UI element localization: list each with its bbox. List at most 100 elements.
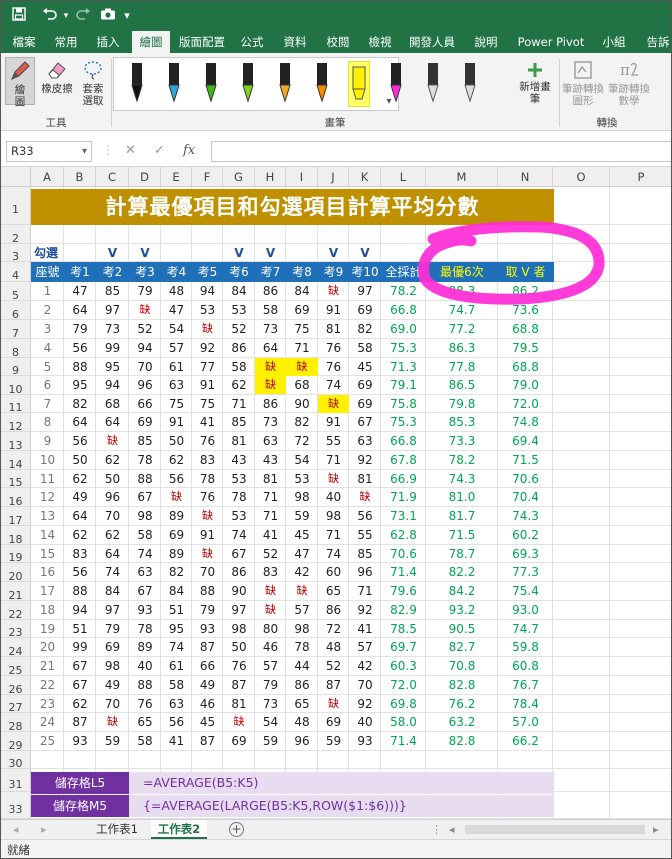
column-header[interactable]: I — [286, 167, 318, 187]
score-cell[interactable]: 87 — [64, 713, 96, 731]
row-header[interactable]: 25 — [1, 657, 31, 677]
score-cell[interactable]: 81 — [223, 432, 255, 450]
score-cell[interactable]: 96 — [286, 732, 318, 750]
average-cell[interactable]: 79.0 — [498, 376, 553, 394]
score-cell[interactable]: 71 — [223, 395, 255, 413]
column-header[interactable]: L — [381, 167, 426, 187]
score-cell[interactable]: 99 — [64, 638, 96, 656]
eraser-button[interactable]: 橡皮擦 — [39, 59, 75, 95]
row-header[interactable]: 26 — [1, 676, 31, 696]
score-cell[interactable]: 70 — [129, 358, 161, 376]
score-cell[interactable]: 49 — [64, 488, 96, 506]
score-cell[interactable]: 63 — [161, 376, 192, 394]
average-cell[interactable]: 66.2 — [498, 732, 553, 750]
average-cell[interactable]: 75.4 — [498, 582, 553, 600]
score-cell[interactable]: 88 — [64, 582, 96, 600]
average-cell[interactable]: 57.0 — [498, 713, 553, 731]
score-cell[interactable]: 65 — [129, 713, 161, 731]
score-cell[interactable]: 83 — [255, 563, 286, 581]
ink-to-shape-button[interactable]: 筆跡轉換 圖形 — [561, 59, 605, 107]
score-cell[interactable]: 62 — [64, 695, 96, 713]
ribbon-tab[interactable]: 小組 — [594, 31, 634, 53]
row-header[interactable]: 17 — [1, 507, 31, 527]
score-cell[interactable]: 缺 — [192, 545, 223, 563]
column-header[interactable]: O — [553, 167, 610, 187]
score-cell[interactable]: 74 — [318, 545, 349, 563]
hscroll-right-icon[interactable]: ▸ — [653, 820, 659, 839]
score-cell[interactable]: 79 — [192, 601, 223, 619]
score-cell[interactable]: 72 — [286, 432, 318, 450]
score-cell[interactable]: 57 — [255, 657, 286, 675]
score-cell[interactable]: 95 — [96, 358, 129, 376]
column-header[interactable]: G — [223, 167, 255, 187]
score-cell[interactable]: 50 — [161, 432, 192, 450]
score-cell[interactable]: 81 — [255, 470, 286, 488]
ribbon-tab[interactable]: 常用 — [47, 31, 85, 53]
score-cell[interactable]: 63 — [129, 563, 161, 581]
score-cell[interactable]: 70 — [96, 507, 129, 525]
score-cell[interactable]: 78 — [192, 470, 223, 488]
row-header[interactable]: 3 — [1, 244, 31, 263]
column-header[interactable]: B — [64, 167, 96, 187]
score-cell[interactable]: 54 — [286, 451, 318, 469]
score-cell[interactable]: 76 — [192, 432, 223, 450]
average-cell[interactable]: 88.3 — [426, 282, 498, 300]
score-cell[interactable]: 缺 — [318, 695, 349, 713]
score-cell[interactable]: 82 — [161, 563, 192, 581]
row-header[interactable]: 12 — [1, 413, 31, 433]
score-cell[interactable]: 56 — [349, 507, 381, 525]
score-cell[interactable]: 48 — [161, 282, 192, 300]
score-cell[interactable]: 缺 — [192, 507, 223, 525]
score-cell[interactable]: 97 — [96, 301, 129, 319]
row-header[interactable]: 11 — [1, 395, 31, 414]
score-cell[interactable]: 78 — [286, 638, 318, 656]
score-cell[interactable]: 40 — [129, 657, 161, 675]
score-cell[interactable]: 96 — [96, 488, 129, 506]
score-cell[interactable]: 52 — [318, 657, 349, 675]
score-cell[interactable]: 48 — [286, 713, 318, 731]
average-cell[interactable]: 71.4 — [381, 563, 426, 581]
score-cell[interactable]: 58 — [349, 339, 381, 357]
score-cell[interactable]: 85 — [129, 432, 161, 450]
average-cell[interactable]: 86.5 — [426, 376, 498, 394]
score-cell[interactable]: 69 — [161, 526, 192, 544]
ribbon-tab[interactable]: 公式 — [233, 31, 271, 53]
average-cell[interactable]: 66.9 — [381, 470, 426, 488]
seat-number[interactable]: 22 — [31, 676, 64, 694]
average-cell[interactable]: 69.4 — [498, 432, 553, 450]
draw-button[interactable]: 繪 圖 — [5, 57, 35, 108]
score-cell[interactable]: 93 — [349, 732, 381, 750]
score-cell[interactable]: 94 — [192, 282, 223, 300]
average-cell[interactable]: 82.2 — [426, 563, 498, 581]
score-cell[interactable]: 41 — [255, 526, 286, 544]
score-cell[interactable]: 69 — [223, 732, 255, 750]
score-cell[interactable]: 94 — [96, 376, 129, 394]
seat-number[interactable]: 15 — [31, 545, 64, 563]
score-cell[interactable]: 86 — [255, 395, 286, 413]
ribbon-tab[interactable]: 資料 — [276, 31, 314, 53]
column-header[interactable]: A — [31, 167, 64, 187]
score-cell[interactable]: 91 — [318, 413, 349, 431]
score-cell[interactable]: 61 — [161, 657, 192, 675]
score-cell[interactable]: 缺 — [318, 282, 349, 300]
average-cell[interactable]: 76.7 — [498, 676, 553, 694]
row-header[interactable]: 10 — [1, 376, 31, 396]
score-cell[interactable]: 79 — [96, 620, 129, 638]
score-cell[interactable]: 84 — [161, 582, 192, 600]
score-cell[interactable]: 43 — [223, 451, 255, 469]
score-cell[interactable]: 87 — [192, 638, 223, 656]
score-cell[interactable]: 71 — [255, 488, 286, 506]
score-cell[interactable]: 67 — [129, 582, 161, 600]
row-header[interactable]: 8 — [1, 339, 31, 359]
score-cell[interactable]: 86 — [286, 676, 318, 694]
pen-9[interactable] — [422, 61, 444, 107]
worksheet-grid[interactable]: A B C D E F G H I J K L M N O P 1 2 3 4 5 6 7 8 9 10 11 12 13 14 15 16 1… — [1, 167, 671, 819]
score-cell[interactable]: 74 — [161, 638, 192, 656]
sheet-tab[interactable]: 工作表2 — [151, 820, 207, 839]
average-cell[interactable]: 79.8 — [426, 395, 498, 413]
score-cell[interactable]: 89 — [161, 507, 192, 525]
score-cell[interactable]: 缺 — [286, 358, 318, 376]
score-cell[interactable]: 79 — [255, 676, 286, 694]
score-cell[interactable]: 57 — [161, 339, 192, 357]
seat-number[interactable]: 25 — [31, 732, 64, 750]
